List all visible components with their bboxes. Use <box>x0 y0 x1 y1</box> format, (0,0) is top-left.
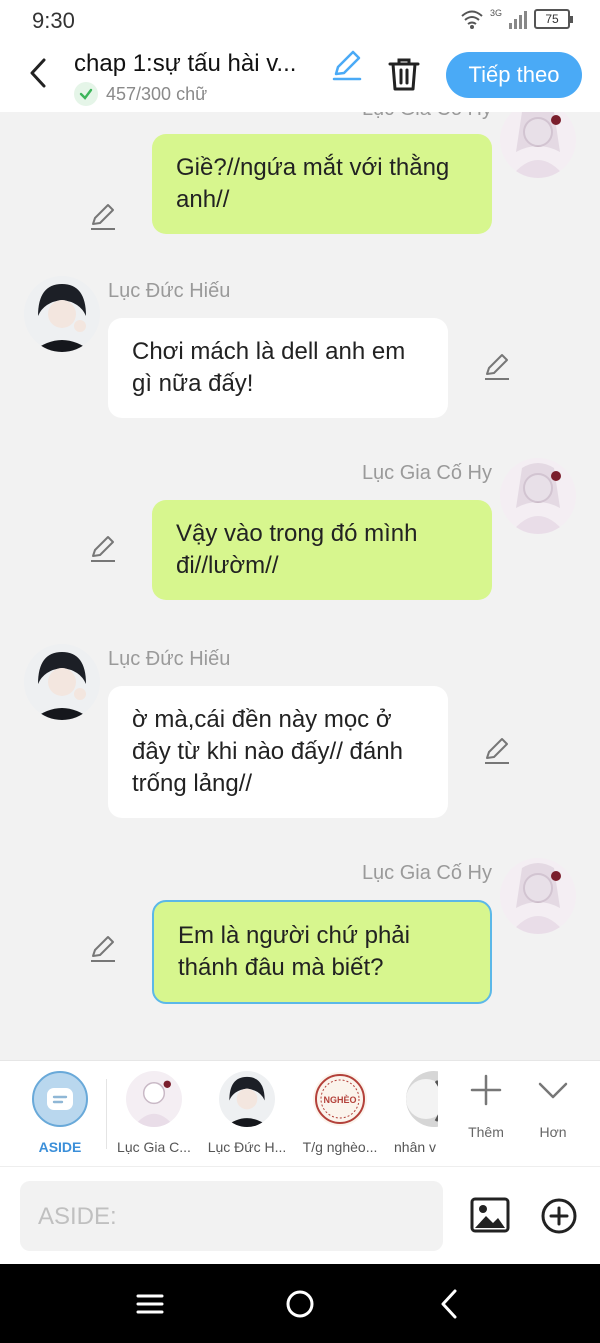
character-luc-duc-hieu[interactable]: Lục Đức H... <box>202 1071 292 1155</box>
status-time: 9:30 <box>32 8 75 33</box>
add-circle-icon[interactable] <box>540 1197 578 1235</box>
edit-message-pencil-icon[interactable] <box>88 202 118 232</box>
avatar-luc-duc-hieu[interactable] <box>24 644 100 720</box>
message-bubble-selected[interactable]: Em là người chứ phải thánh đâu mà biết? <box>152 900 492 1004</box>
message-left: Lục Đức Hiếu Chơi mách là dell anh em gì… <box>0 276 600 426</box>
menu-icon[interactable] <box>132 1286 168 1322</box>
edit-message-pencil-icon[interactable] <box>88 934 118 964</box>
battery-indicator: 75 <box>534 9 573 29</box>
message-right: Lục Gia Cố Hy Em là người chứ phải thánh… <box>0 858 600 1008</box>
chapter-header: chap 1:sự tấu hài v... 457/300 chữ Tiếp … <box>0 42 600 112</box>
character-luc-gia-co-hy[interactable]: Lục Gia C... <box>109 1071 199 1155</box>
message-right: Lục Gia Cố Hy Vậy vào trong đó mình đi//… <box>0 458 600 608</box>
message-bubble[interactable]: Chơi mách là dell anh em gì nữa đấy! <box>108 318 448 418</box>
word-count: 457/300 chữ <box>74 82 207 106</box>
back-icon[interactable] <box>432 1286 468 1322</box>
chapter-title[interactable]: chap 1:sự tấu hài v... <box>74 50 318 78</box>
message-input[interactable]: ASIDE: <box>20 1181 443 1251</box>
message-left: Lục Đức Hiếu ờ mà,cái đền này mọc ở đây … <box>0 644 600 824</box>
message-bubble[interactable]: Vậy vào trong đó mình đi//lườm// <box>152 500 492 600</box>
divider <box>106 1079 107 1149</box>
avatar-luc-duc-hieu[interactable] <box>24 276 100 352</box>
character-nhan-vat[interactable]: nhân v <box>388 1071 438 1155</box>
character-aside[interactable]: ASIDE <box>15 1071 105 1155</box>
next-button[interactable]: Tiếp theo <box>446 52 582 98</box>
character-tg-ngheo[interactable]: NGHÈO T/g nghèo... <box>295 1071 385 1155</box>
home-icon[interactable] <box>282 1286 318 1322</box>
edit-message-pencil-icon[interactable] <box>482 736 512 766</box>
wifi-icon <box>461 10 483 29</box>
avatar <box>126 1071 182 1127</box>
composer: ASIDE: <box>0 1166 600 1264</box>
word-count-text: 457/300 chữ <box>106 83 208 104</box>
character-label: ASIDE <box>38 1139 82 1155</box>
avatar <box>406 1071 438 1127</box>
check-icon <box>74 82 98 106</box>
trash-icon[interactable] <box>386 56 422 92</box>
network-label: 3G <box>489 8 502 18</box>
character-label: T/g nghèo... <box>302 1139 378 1155</box>
sender-name: Lục Đức Hiếu <box>108 648 231 670</box>
character-label: Lục Gia C... <box>117 1139 191 1155</box>
signal-icon <box>509 11 527 29</box>
more-button[interactable]: Thêm <box>456 1073 516 1140</box>
status-bar: 9:30 3G 75 <box>0 0 600 42</box>
character-label: nhân v <box>394 1139 437 1155</box>
aside-icon <box>32 1071 88 1127</box>
seal-avatar: NGHÈO <box>312 1071 368 1127</box>
less-button[interactable]: Hơn <box>523 1073 583 1140</box>
chevron-down-icon <box>538 1082 568 1099</box>
avatar-luc-gia-co-hy[interactable] <box>500 112 576 178</box>
sender-name: Lục Gia Cố Hy <box>361 862 492 884</box>
less-label: Hơn <box>539 1124 567 1140</box>
seal-text: NGHÈO <box>323 1095 356 1105</box>
message-bubble[interactable]: ờ mà,cái đền này mọc ở đây từ khi nào đấ… <box>108 686 448 818</box>
avatar-luc-gia-co-hy[interactable] <box>500 858 576 934</box>
plus-icon <box>470 1074 502 1106</box>
message-bubble[interactable]: Giề?//ngứa mắt với thằng anh// <box>152 134 492 234</box>
back-arrow-icon[interactable] <box>22 56 56 90</box>
character-picker: ASIDE Lục Gia C... Lục Đức H... NGHÈO T/… <box>0 1060 600 1166</box>
system-nav-bar <box>0 1264 600 1343</box>
sender-name: Lục Gia Cố Hy <box>361 462 492 484</box>
edit-title-pencil-icon[interactable] <box>330 48 364 82</box>
avatar-luc-gia-co-hy[interactable] <box>500 458 576 534</box>
edit-message-pencil-icon[interactable] <box>88 534 118 564</box>
image-icon[interactable] <box>470 1197 510 1233</box>
avatar <box>219 1071 275 1127</box>
sender-name: Lục Gia Cố Hy <box>362 112 492 121</box>
chat-area[interactable]: Lục Gia Cố Hy Giề?//ngứa mắt với thằng a… <box>0 112 600 1060</box>
sender-name: Lục Đức Hiếu <box>108 280 231 302</box>
character-label: Lục Đức H... <box>207 1139 287 1155</box>
edit-message-pencil-icon[interactable] <box>482 352 512 382</box>
more-label: Thêm <box>468 1124 504 1140</box>
message-right: Lục Gia Cố Hy Giề?//ngứa mắt với thằng a… <box>0 112 600 242</box>
